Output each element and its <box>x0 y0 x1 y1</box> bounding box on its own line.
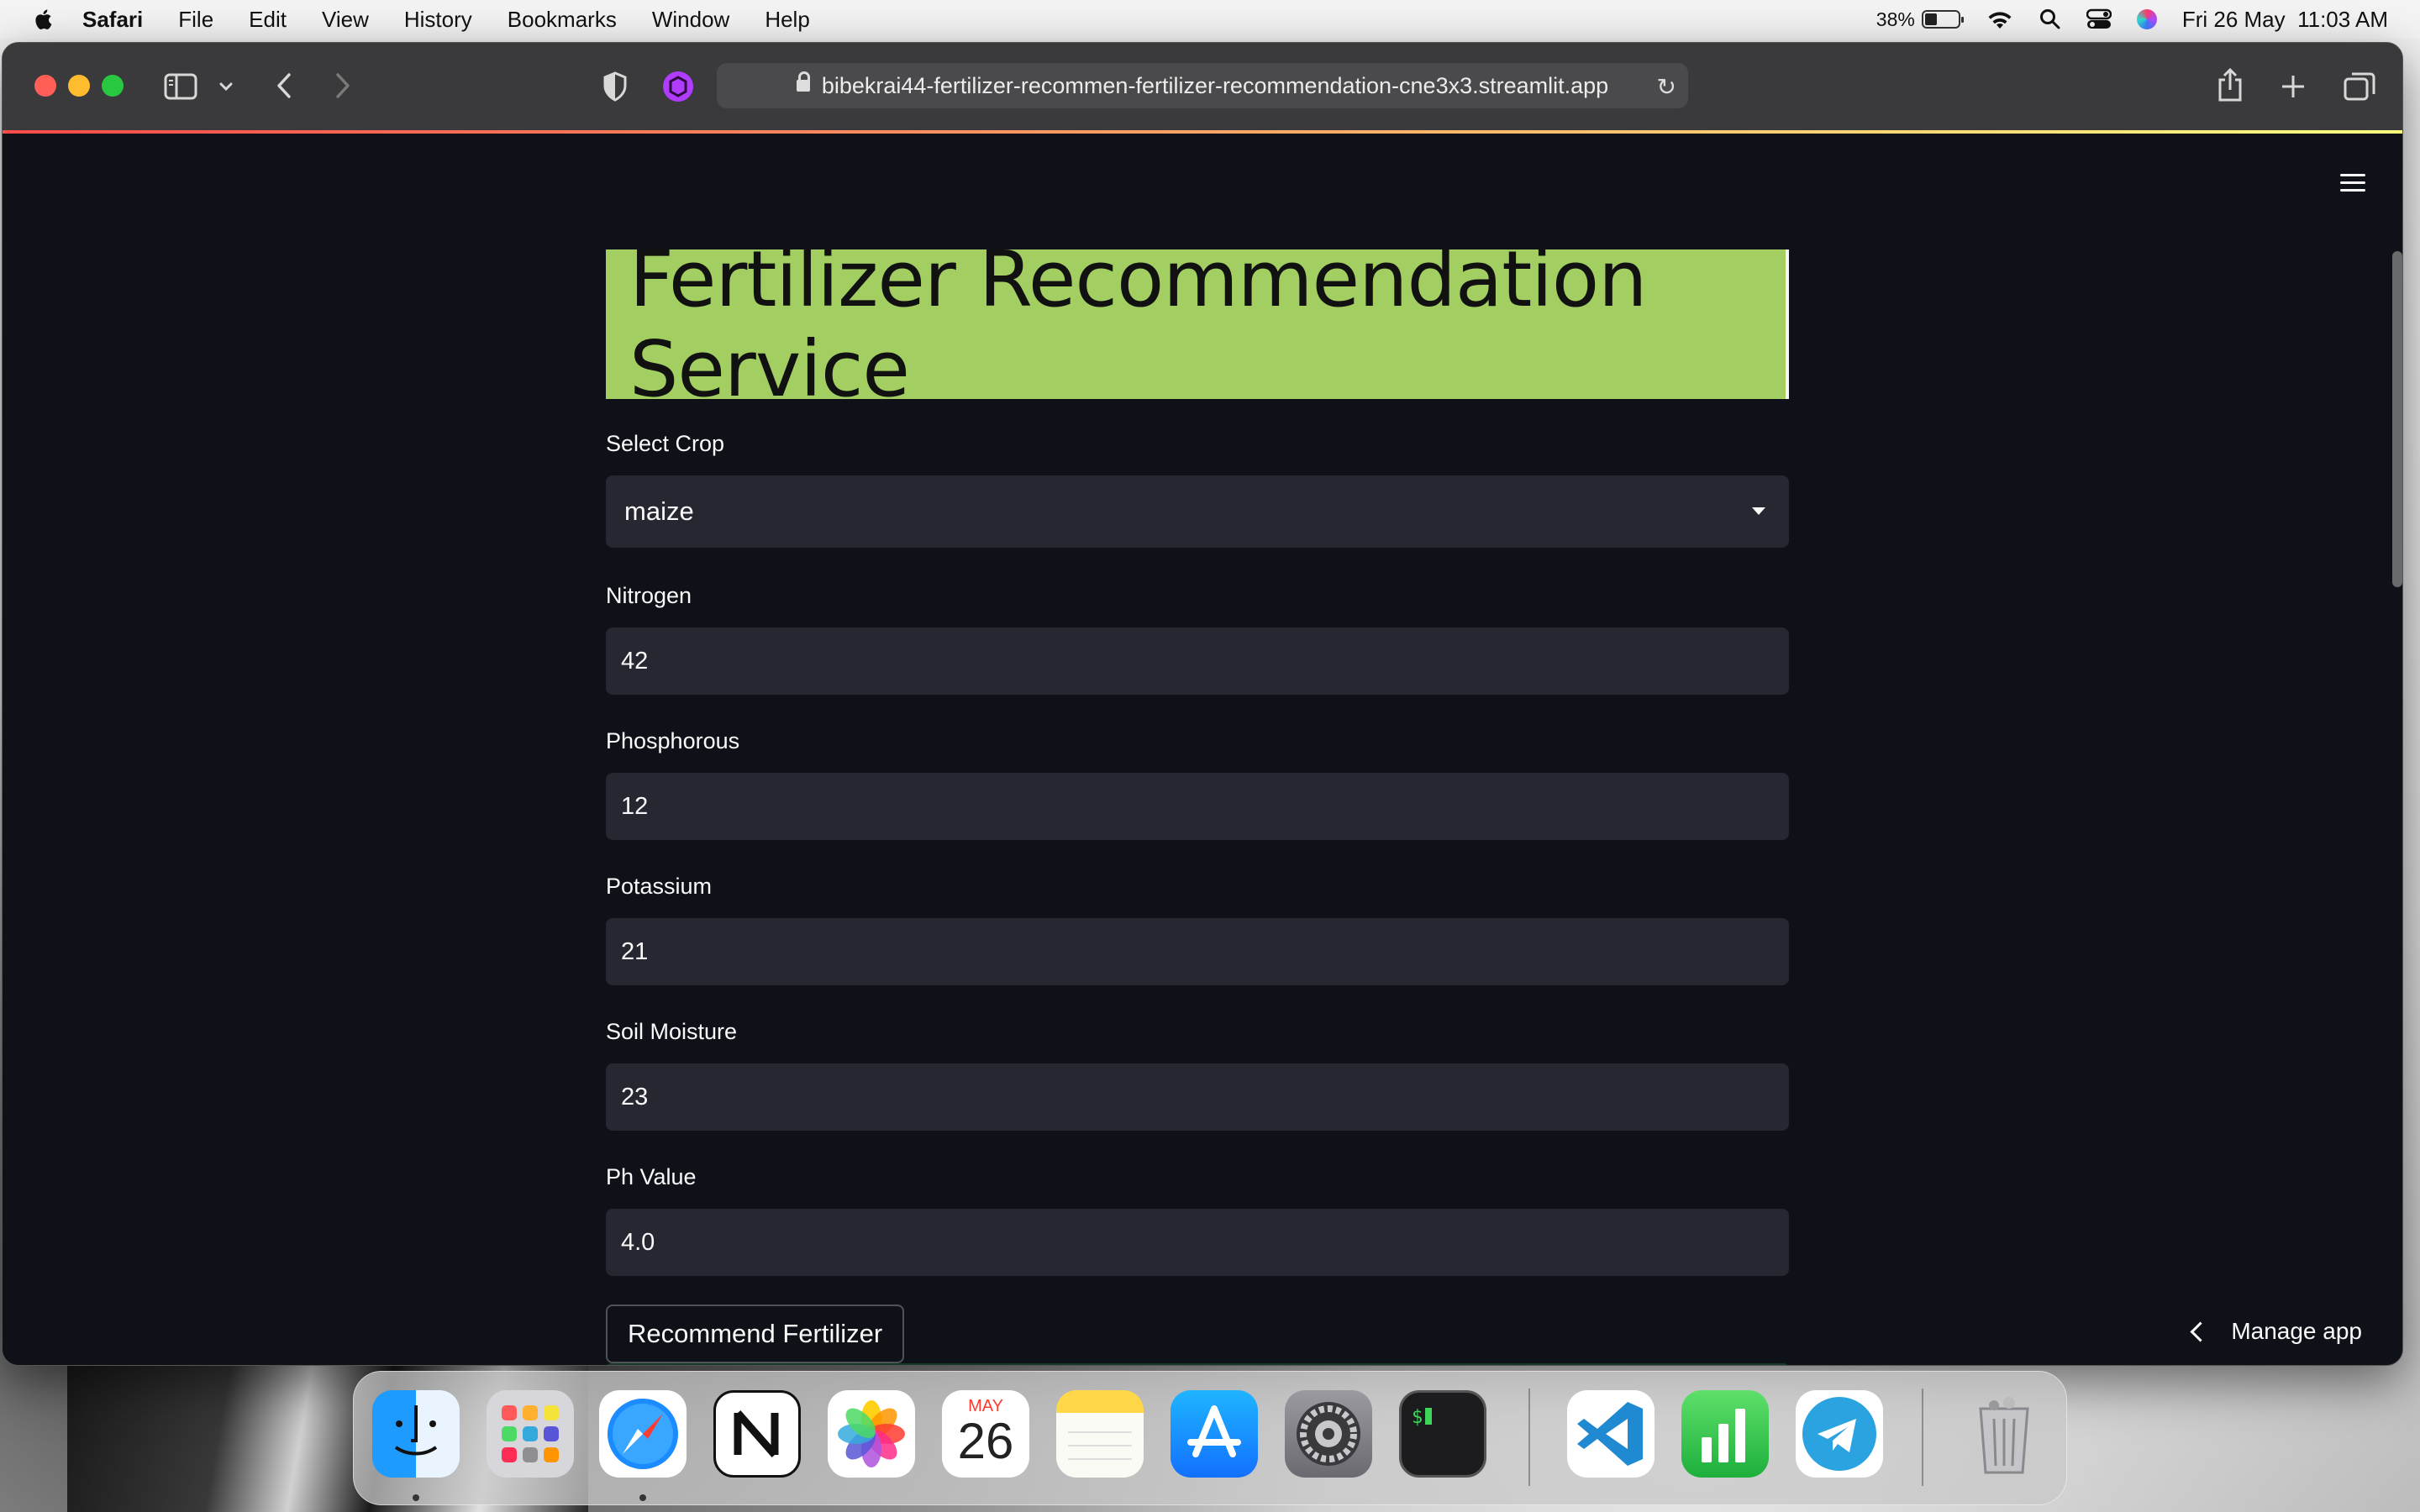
crop-select[interactable]: maize <box>606 475 1789 548</box>
menu-window[interactable]: Window <box>652 7 729 33</box>
soil-moisture-group: Soil Moisture 23 <box>606 1019 1789 1131</box>
page-scrollbar[interactable] <box>2392 251 2402 587</box>
dock-separator <box>1528 1389 1530 1486</box>
menu-help[interactable]: Help <box>765 7 809 33</box>
photos-icon[interactable] <box>828 1390 915 1478</box>
safari-running-indicator <box>639 1494 646 1501</box>
new-tab-icon[interactable] <box>2280 73 2307 100</box>
sidebar-toggle-icon[interactable] <box>164 73 197 100</box>
dock-separator-trash <box>1922 1389 1923 1486</box>
extension-icon[interactable] <box>661 70 695 103</box>
ph-value-label: Ph Value <box>606 1164 697 1189</box>
menu-history[interactable]: History <box>404 7 472 33</box>
nitrogen-label: Nitrogen <box>606 583 692 608</box>
hamburger-menu-icon[interactable] <box>2340 169 2365 197</box>
calendar-icon[interactable]: MAY 26 <box>942 1390 1029 1478</box>
crop-select-label: Select Crop <box>606 431 725 456</box>
chevron-left-icon <box>2190 1320 2211 1342</box>
apple-menu-icon[interactable] <box>34 8 52 30</box>
finder-icon[interactable] <box>372 1390 460 1478</box>
wifi-icon[interactable] <box>1986 8 2014 30</box>
menu-bar: Safari File Edit View History Bookmarks … <box>0 0 2420 39</box>
menu-edit[interactable]: Edit <box>249 7 287 33</box>
ph-value-group: Ph Value 4.0 <box>606 1164 1789 1276</box>
main-content: Fertilizer Recommendation Service Select… <box>606 234 1789 1363</box>
app-title: Fertilizer Recommendation Service <box>629 234 1647 414</box>
back-icon[interactable] <box>275 71 293 100</box>
tab-overview-icon[interactable] <box>2344 71 2375 102</box>
soil-moisture-input[interactable]: 23 <box>606 1063 1789 1131</box>
app-title-banner: Fertilizer Recommendation Service <box>606 234 1789 414</box>
trash-icon[interactable] <box>1960 1390 2048 1478</box>
dock: MAY 26 $ <box>353 1371 2067 1505</box>
status-area: 38% Fri 26 May 11:03 AM <box>1876 0 2388 39</box>
phosphorous-input[interactable]: 12 <box>606 773 1789 840</box>
streamlit-page: Fertilizer Recommendation Service Select… <box>3 134 2402 1365</box>
potassium-label: Potassium <box>606 874 713 899</box>
forward-icon[interactable] <box>334 71 352 100</box>
recommend-fertilizer-button[interactable]: Recommend Fertilizer <box>606 1305 905 1363</box>
potassium-input[interactable]: 21 <box>606 918 1789 985</box>
fullscreen-window-button[interactable] <box>102 75 124 97</box>
calendar-day: 26 <box>957 1413 1014 1469</box>
battery-icon[interactable] <box>1921 10 1964 29</box>
lock-icon <box>796 71 810 92</box>
phosphorous-label: Phosphorous <box>606 728 740 753</box>
launchpad-icon[interactable] <box>487 1390 574 1478</box>
menu-file[interactable]: File <box>178 7 213 33</box>
crop-select-value: maize <box>624 496 694 526</box>
siri-icon[interactable] <box>2136 9 2157 29</box>
vscode-icon[interactable] <box>1567 1390 1655 1478</box>
browser-toolbar: bibekrai44-fertilizer-recommen-fertilize… <box>3 43 2402 131</box>
share-icon[interactable] <box>2216 66 2244 103</box>
nitrogen-input[interactable]: 42 <box>606 627 1789 695</box>
safari-icon[interactable] <box>599 1390 687 1478</box>
result-box-edge <box>606 1363 1789 1365</box>
crop-select-group: Select Crop maize <box>606 431 1789 548</box>
soil-moisture-label: Soil Moisture <box>606 1019 738 1044</box>
system-settings-icon[interactable] <box>1285 1390 1372 1478</box>
telegram-icon[interactable] <box>1796 1390 1883 1478</box>
address-bar[interactable]: bibekrai44-fertilizer-recommen-fertilize… <box>717 63 1688 108</box>
notion-icon[interactable] <box>713 1390 801 1478</box>
menu-app-name[interactable]: Safari <box>82 7 143 33</box>
dropdown-caret-icon <box>1752 507 1765 515</box>
close-window-button[interactable] <box>34 75 56 97</box>
terminal-icon[interactable]: $ <box>1399 1390 1486 1478</box>
spotlight-search-icon[interactable] <box>2039 8 2061 30</box>
menu-clock[interactable]: Fri 26 May 11:03 AM <box>2182 7 2388 33</box>
url-text: bibekrai44-fertilizer-recommen-fertilize… <box>821 72 1609 98</box>
nitrogen-group: Nitrogen 42 <box>606 583 1789 695</box>
manage-app-label: Manage app <box>2231 1318 2362 1344</box>
notes-icon[interactable] <box>1056 1390 1144 1478</box>
safari-window: bibekrai44-fertilizer-recommen-fertilize… <box>2 42 2403 1366</box>
numbers-icon[interactable] <box>1681 1390 1769 1478</box>
privacy-shield-icon[interactable] <box>602 71 628 102</box>
finder-running-indicator <box>413 1494 419 1501</box>
chevron-down-icon[interactable] <box>219 81 233 92</box>
menu-bookmarks[interactable]: Bookmarks <box>508 7 617 33</box>
menu-view[interactable]: View <box>322 7 369 33</box>
phosphorous-group: Phosphorous 12 <box>606 728 1789 840</box>
svg-text:$: $ <box>1412 1407 1423 1428</box>
battery-percent: 38% <box>1876 8 1915 30</box>
control-center-icon[interactable] <box>2086 8 2112 30</box>
app-store-icon[interactable] <box>1171 1390 1258 1478</box>
potassium-group: Potassium 21 <box>606 874 1789 985</box>
manage-app-button[interactable]: Manage app <box>2190 1318 2362 1345</box>
minimize-window-button[interactable] <box>68 75 90 97</box>
ph-value-input[interactable]: 4.0 <box>606 1209 1789 1276</box>
reload-icon[interactable]: ↻ <box>1657 73 1676 101</box>
